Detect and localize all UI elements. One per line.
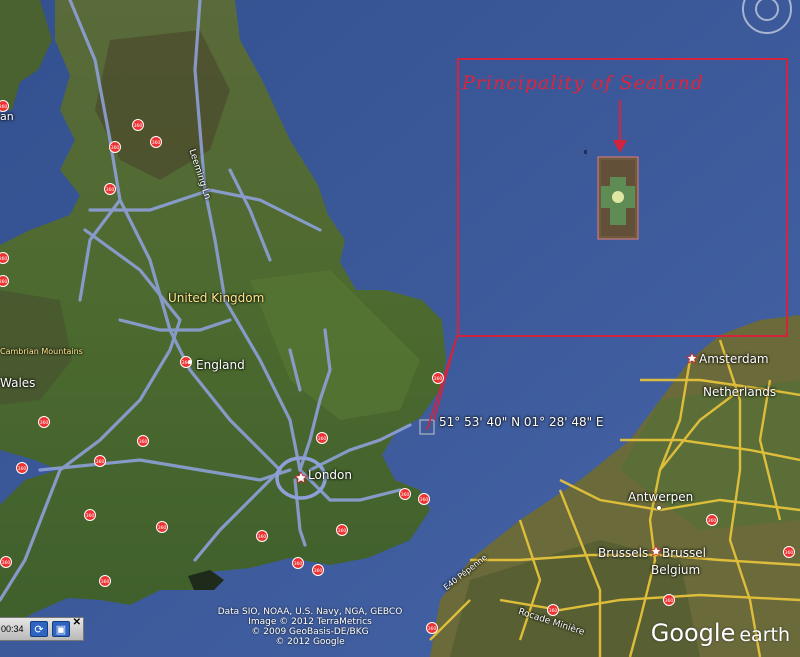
svg-text:360: 360: [18, 466, 27, 472]
save-tour-button[interactable]: ▣: [52, 621, 70, 637]
label-brussel: Brussel: [662, 546, 706, 560]
svg-text:360: 360: [549, 608, 558, 614]
attribution-line-1: Data SIO, NOAA, U.S. Navy, NGA, GEBCO: [217, 607, 403, 617]
close-icon[interactable]: ✕: [73, 617, 81, 628]
label-an: an: [0, 110, 14, 123]
save-icon: ▣: [55, 624, 67, 636]
svg-text:360: 360: [134, 123, 143, 129]
tour-player: 00:34 ⟳ ▣ ✕: [0, 617, 84, 641]
label-amsterdam: Amsterdam: [699, 352, 769, 366]
label-england: England: [196, 358, 245, 372]
attribution-line-4: © 2012 Google: [275, 637, 345, 647]
label-cambrian-mountains: Cambrian Mountains: [0, 347, 83, 356]
sealand-coordinates: 51° 53' 40" N 01° 28' 48" E: [439, 415, 604, 429]
google-earth-logo: Google earth: [651, 619, 790, 647]
label-antwerpen: Antwerpen: [628, 490, 694, 504]
attribution-line-3: © 2009 GeoBasis-DE/BKG: [251, 627, 369, 637]
tour-time: 00:34: [1, 624, 24, 634]
svg-text:360: 360: [434, 376, 443, 382]
logo-word-earth: earth: [739, 624, 790, 646]
svg-text:360: 360: [708, 518, 717, 524]
svg-text:360: 360: [401, 492, 410, 498]
svg-text:360: 360: [158, 525, 167, 531]
label-belgium: Belgium: [651, 563, 701, 577]
svg-text:360: 360: [294, 561, 303, 567]
svg-text:360: 360: [86, 513, 95, 519]
svg-text:360: 360: [101, 579, 110, 585]
label-wales: Wales: [0, 376, 36, 390]
inset-title: Principality of Sealand: [462, 72, 704, 94]
compass-inner-ring[interactable]: [755, 0, 779, 21]
svg-text:360: 360: [420, 497, 429, 503]
svg-text:360: 360: [106, 187, 115, 193]
label-united-kingdom: United Kingdom: [168, 291, 265, 305]
label-brussels: Brussels: [598, 546, 649, 560]
svg-text:360: 360: [428, 626, 437, 632]
svg-text:360: 360: [0, 256, 7, 262]
svg-text:360: 360: [258, 534, 267, 540]
svg-text:360: 360: [318, 436, 327, 442]
svg-text:360: 360: [152, 140, 161, 146]
label-london: London: [308, 468, 352, 482]
svg-text:360: 360: [2, 560, 11, 566]
imagery-attribution: Data SIO, NOAA, U.S. Navy, NGA, GEBCO Im…: [200, 607, 420, 647]
svg-text:360: 360: [111, 145, 120, 151]
svg-text:360: 360: [40, 420, 49, 426]
svg-text:360: 360: [314, 568, 323, 574]
repeat-icon: ⟳: [34, 624, 44, 636]
england-dot: [188, 360, 192, 364]
label-netherlands: Netherlands: [703, 385, 777, 399]
svg-text:360: 360: [0, 279, 7, 285]
svg-text:360: 360: [139, 439, 148, 445]
svg-text:360: 360: [338, 528, 347, 534]
svg-text:360: 360: [96, 459, 105, 465]
logo-word-google: Google: [650, 619, 736, 647]
svg-text:360: 360: [665, 598, 674, 604]
attribution-line-2: Image © 2012 TerraMetrics: [248, 617, 372, 627]
svg-text:360: 360: [785, 550, 794, 556]
antwerpen-dot: [656, 505, 662, 511]
sealand-inset-frame: [457, 58, 788, 337]
repeat-tour-button[interactable]: ⟳: [30, 621, 48, 637]
